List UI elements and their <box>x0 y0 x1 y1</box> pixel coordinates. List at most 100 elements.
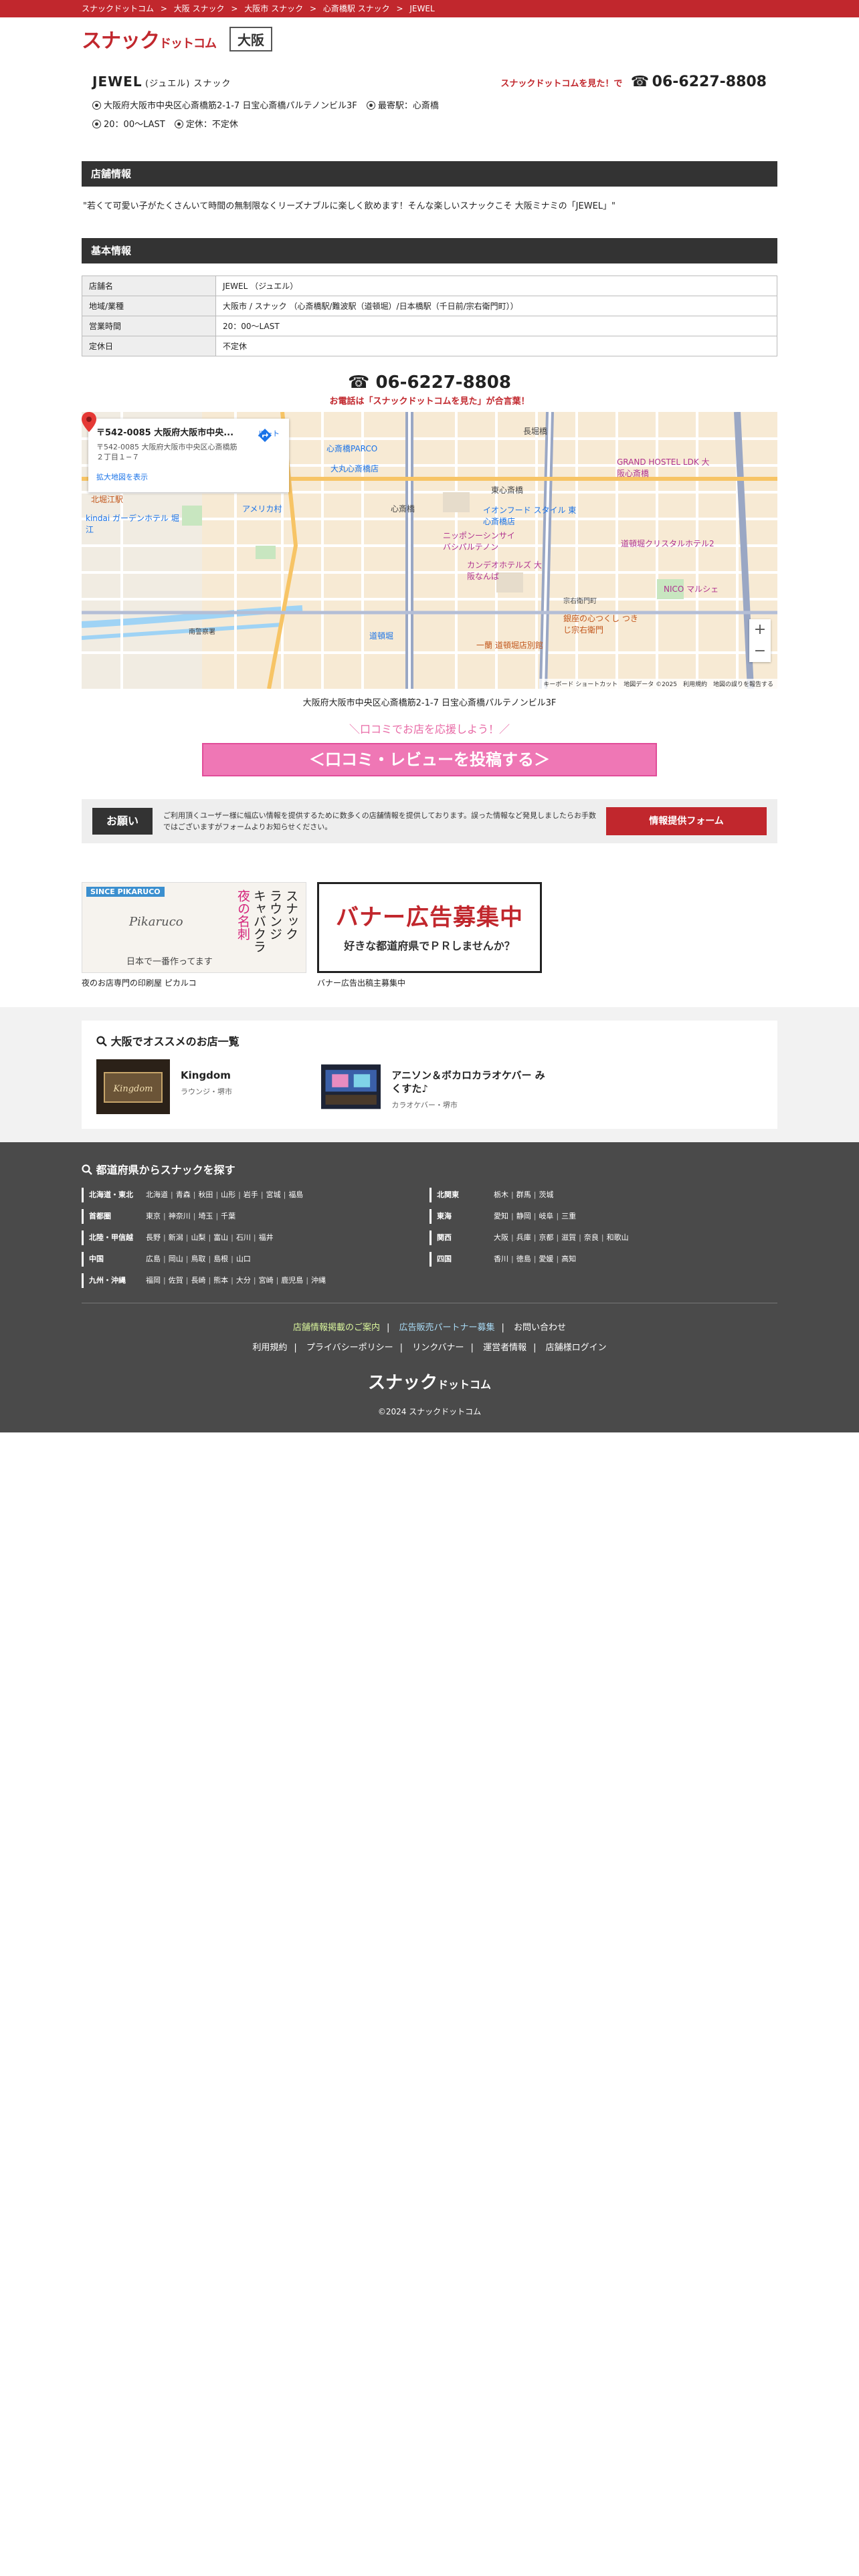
prefecture-link[interactable]: 石川 <box>236 1233 251 1242</box>
footer-link-privacy[interactable]: プライバシーポリシー <box>306 1343 393 1353</box>
list-item[interactable]: Kingdom Kingdom ラウンジ・堺市 <box>96 1059 321 1114</box>
prefecture-link[interactable]: 兵庫 <box>516 1233 531 1242</box>
prefecture-link[interactable]: 沖縄 <box>311 1276 326 1285</box>
prefecture-link[interactable]: 山口 <box>236 1255 251 1263</box>
prefecture-link[interactable]: 佐賀 <box>169 1276 183 1285</box>
breadcrumb-shinsaibashi-link[interactable]: 心斎橋駅 スナック <box>323 4 390 13</box>
prefecture-link[interactable]: 三重 <box>561 1212 576 1220</box>
zoom-in-icon[interactable]: + <box>749 619 771 641</box>
banner-caption[interactable]: 夜のお店専門の印刷屋 ピカルコ <box>82 977 306 988</box>
footer-logo-sub: ドットコム <box>438 1378 492 1391</box>
region-row: 北海道・東北 北海道 | 青森 | 秋田 | 山形 | 岩手 | 宮城 | 福島 <box>82 1188 430 1202</box>
prefecture-link[interactable]: 岡山 <box>169 1255 183 1263</box>
map-info-card: 〒542-0085 大阪府大阪市中央... 〒542-0085 大阪府大阪市中央… <box>88 419 289 492</box>
prefecture-link[interactable]: 宮城 <box>266 1190 281 1199</box>
footer-link-partner[interactable]: 広告販売パートナー募集 <box>399 1323 494 1333</box>
map-zoom-controls: + − <box>749 619 771 662</box>
shop-name[interactable]: アニソン＆ボカロカラオケバー みくすた♪ <box>391 1069 546 1095</box>
prefecture-link[interactable]: 岩手 <box>244 1190 258 1199</box>
region-name: 中国 <box>82 1252 146 1267</box>
prefecture-link[interactable]: 埼玉 <box>198 1212 213 1220</box>
banner-pikaruco[interactable]: SINCE PIKARUCO Pikaruco スナック ラウンジ キャバクラ … <box>82 882 306 988</box>
prefecture-link[interactable]: 福井 <box>259 1233 274 1242</box>
zoom-out-icon[interactable]: − <box>749 641 771 662</box>
footer-link-contact[interactable]: お問い合わせ <box>514 1323 566 1333</box>
footer-link-operator[interactable]: 運営者情報 <box>483 1343 527 1353</box>
footer-link-banner[interactable]: リンクバナー <box>412 1343 464 1353</box>
footer-link-login[interactable]: 店舗様ログイン <box>546 1343 607 1353</box>
shop-thumbnail[interactable] <box>321 1059 381 1114</box>
prefecture-link[interactable]: 東京 <box>146 1212 161 1220</box>
prefecture-link[interactable]: 愛知 <box>494 1212 508 1220</box>
prefecture-link[interactable]: 千葉 <box>221 1212 235 1220</box>
prefecture-link[interactable]: 長崎 <box>191 1276 205 1285</box>
prefecture-link[interactable]: 群馬 <box>516 1190 531 1199</box>
prefecture-link[interactable]: 新潟 <box>169 1233 183 1242</box>
banner-recruit-image[interactable]: バナー広告募集中 好きな都道府県でＰＲしませんか？ <box>317 882 542 973</box>
prefecture-link[interactable]: 岐阜 <box>539 1212 553 1220</box>
list-item[interactable]: アニソン＆ボカロカラオケバー みくすた♪ カラオケバー・堺市 <box>321 1059 546 1114</box>
request-text: ご利用頂くユーザー様に幅広い情報を提供するために数多くの店舗情報を提供しておりま… <box>163 811 597 831</box>
prefecture-link[interactable]: 京都 <box>539 1233 553 1242</box>
prefecture-link[interactable]: 山梨 <box>191 1233 205 1242</box>
prefecture-link[interactable]: 徳島 <box>516 1255 531 1263</box>
table-row: 営業時間 20：00～LAST <box>82 316 777 336</box>
footer-logo[interactable]: スナックドットコム <box>82 1369 777 1394</box>
breadcrumb-osaka-city-link[interactable]: 大阪市 スナック <box>244 4 303 13</box>
prefecture-link[interactable]: 高知 <box>561 1255 576 1263</box>
map-enlarge-link[interactable]: 拡大地図を表示 <box>96 471 281 482</box>
prefecture-link[interactable]: 愛媛 <box>539 1255 553 1263</box>
post-review-button[interactable]: ＜口コミ・レビューを投稿する＞ <box>202 743 657 776</box>
vert-line: ラウンジ <box>268 889 282 940</box>
prefecture-link[interactable]: 茨城 <box>539 1190 553 1199</box>
footer-link-terms[interactable]: 利用規約 <box>252 1343 287 1353</box>
prefecture-link[interactable]: 大阪 <box>494 1233 508 1242</box>
prefecture-link[interactable]: 秋田 <box>198 1190 213 1199</box>
separator: | <box>163 1276 166 1285</box>
tel-note: スナックドットコムを見た！で <box>500 79 623 89</box>
map-label-nico: NICO マルシェ <box>664 584 719 594</box>
footer-link-listing[interactable]: 店舗情報掲載のご案内 <box>293 1323 380 1333</box>
prefecture-link[interactable]: 富山 <box>213 1233 228 1242</box>
tel-number[interactable]: 06-6227-8808 <box>652 74 767 90</box>
breadcrumb-home-link[interactable]: スナックドットコム <box>82 4 154 13</box>
prefecture-link[interactable]: 山形 <box>221 1190 235 1199</box>
table-row: 定休日 不定休 <box>82 336 777 356</box>
section-title-basic: 基本情報 <box>82 238 777 263</box>
prefecture-link[interactable]: 栃木 <box>494 1190 508 1199</box>
map-route-button[interactable]: ルート <box>258 428 280 442</box>
prefecture-link[interactable]: 鹿児島 <box>281 1276 303 1285</box>
prefecture-link[interactable]: 北海道 <box>146 1190 168 1199</box>
prefecture-link[interactable]: 島根 <box>213 1255 228 1263</box>
prefecture-link[interactable]: 静岡 <box>516 1212 531 1220</box>
prefecture-link[interactable]: 奈良 <box>584 1233 599 1242</box>
prefecture-link[interactable]: 熊本 <box>213 1276 228 1285</box>
google-map[interactable]: 〒542-0085 大阪府大阪市中央... 〒542-0085 大阪府大阪市中央… <box>82 412 777 689</box>
site-logo[interactable]: スナックドットコム <box>82 24 217 53</box>
banner-caption[interactable]: バナー広告出稿主募集中 <box>317 977 542 988</box>
prefecture-link[interactable]: 和歌山 <box>607 1233 629 1242</box>
prefecture-link[interactable]: 福岡 <box>146 1276 161 1285</box>
separator: | <box>163 1233 166 1242</box>
prefecture-link[interactable]: 福島 <box>288 1190 303 1199</box>
prefecture-link[interactable]: 広島 <box>146 1255 161 1263</box>
banner-pikaruco-image[interactable]: SINCE PIKARUCO Pikaruco スナック ラウンジ キャバクラ … <box>82 882 306 973</box>
map-marker-icon[interactable] <box>82 412 96 432</box>
search-icon <box>96 1036 107 1047</box>
breadcrumb-osaka-link[interactable]: 大阪 スナック <box>174 4 225 13</box>
shop-thumbnail[interactable]: Kingdom <box>96 1059 170 1114</box>
prefecture-link[interactable]: 神奈川 <box>169 1212 191 1220</box>
shop-name[interactable]: Kingdom <box>181 1069 232 1082</box>
prefecture-link[interactable]: 長野 <box>146 1233 161 1242</box>
prefecture-link[interactable]: 香川 <box>494 1255 508 1263</box>
vert-line: スナック <box>284 889 298 940</box>
prefecture-link[interactable]: 鳥取 <box>191 1255 205 1263</box>
prefecture-link[interactable]: 大分 <box>236 1276 251 1285</box>
prefecture-link[interactable]: 青森 <box>176 1190 191 1199</box>
prefecture-link[interactable]: 滋賀 <box>561 1233 576 1242</box>
info-form-button[interactable]: 情報提供フォーム <box>606 807 767 835</box>
banner-recruit[interactable]: バナー広告募集中 好きな都道府県でＰＲしませんか？ バナー広告出稿主募集中 <box>317 882 542 988</box>
tel-number-large[interactable]: 06-6227-8808 <box>375 372 511 393</box>
request-box: お願い ご利用頂くユーザー様に幅広い情報を提供するために数多くの店舗情報を提供し… <box>82 799 777 843</box>
prefecture-link[interactable]: 宮崎 <box>259 1276 274 1285</box>
